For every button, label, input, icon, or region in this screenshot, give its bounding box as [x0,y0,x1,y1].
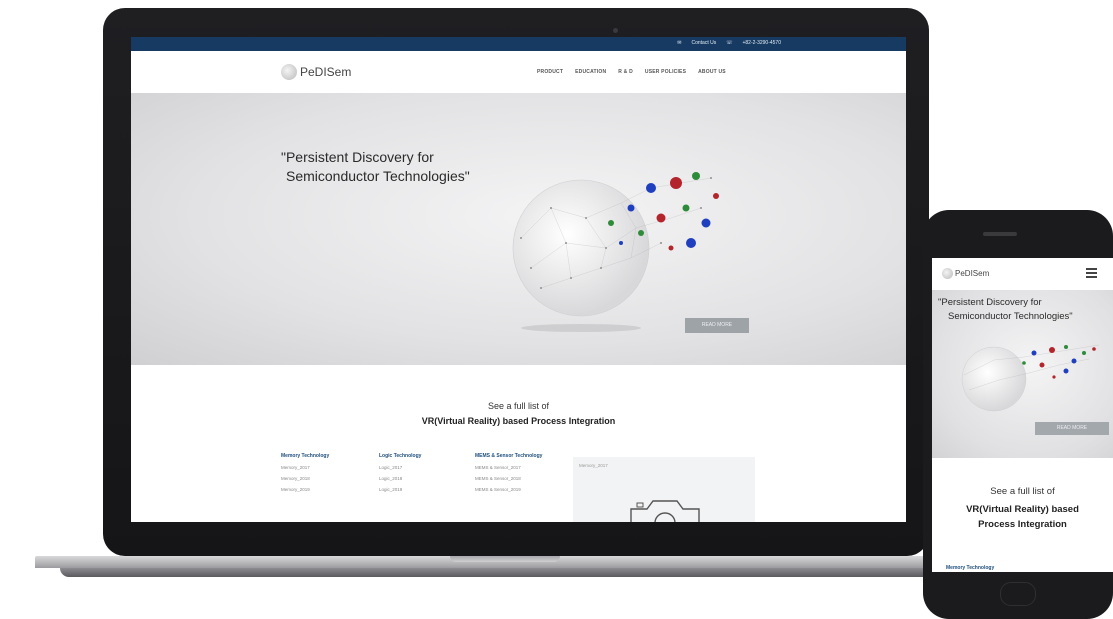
network-sphere-illustration [512,172,719,332]
logo-mark [281,64,297,80]
phone-screen: PeDISem "Persistent Discovery for Semico… [932,258,1113,572]
menu-icon[interactable] [1086,268,1097,280]
mobile-section-title: VR(Virtual Reality) based Process Integr… [932,502,1113,532]
phone-number[interactable]: +82-2-3290-4570 [742,40,781,46]
nav-item-education[interactable]: EDUCATION [575,69,606,75]
mobile-section-title-line2: Process Integration [978,519,1067,530]
read-more-button[interactable]: READ MORE [685,318,749,333]
list-item[interactable]: Logic_2017 [379,465,421,470]
camera-icon [630,500,700,522]
mobile-network-sphere-illustration [961,344,1100,412]
logo-mark [942,268,953,279]
column-logic: Logic Technology Logic_2017 Logic_2018 L… [379,453,421,498]
contact-link[interactable]: Contact Us [691,40,716,46]
mobile-quote-line1: "Persistent Discovery for [938,297,1042,308]
mobile-column-heading[interactable]: Memory Technology [946,565,994,571]
phone-speaker [983,232,1017,236]
hero-banner: "Persistent Discovery for Semiconductor … [131,93,906,365]
list-item[interactable]: MEMS & Sensor_2019 [475,487,542,492]
list-item[interactable]: Logic_2019 [379,487,421,492]
mobile-nav: PeDISem [932,258,1113,290]
nav-item-about-us[interactable]: ABOUT US [698,69,726,75]
nav-item-user-policies[interactable]: USER POLICIES [645,69,686,75]
nav-item-product[interactable]: PRODUCT [537,69,563,75]
mobile-hero-quote: "Persistent Discovery for Semiconductor … [938,296,1113,324]
main-nav: PeDISem PRODUCT EDUCATION R & D USER POL… [131,51,906,93]
laptop-camera [613,28,618,33]
hero-quote-line2: Semiconductor Technologies" [286,168,470,184]
mobile-hero: "Persistent Discovery for Semiconductor … [932,290,1113,458]
column-heading[interactable]: Memory Technology [281,453,329,459]
mobile-logo-text: PeDISem [955,269,990,278]
section-title: VR(Virtual Reality) based Process Integr… [421,416,616,426]
nav-item-rnd[interactable]: R & D [618,69,633,75]
section-subtitle: See a full list of [487,401,550,411]
logo[interactable]: PeDISem [281,64,351,80]
mobile-section-title-line1: VR(Virtual Reality) based [966,504,1079,515]
list-item[interactable]: MEMS & Sensor_2018 [475,476,542,481]
list-item[interactable]: Memory_2019 [281,487,329,492]
mobile-section-subtitle: See a full list of [990,486,1055,497]
nav-menu: PRODUCT EDUCATION R & D USER POLICIES AB… [537,69,726,75]
phone-home-indicator [1000,582,1036,606]
mobile-quote-line2: Semiconductor Technologies" [948,311,1073,322]
laptop-base-bottom [60,568,1050,577]
top-bar: ✉ Contact Us ☏ +82-2-3290-4570 [131,37,906,51]
column-mems-sensor: MEMS & Sensor Technology MEMS & Sensor_2… [475,453,542,498]
image-preview[interactable]: Memory_2017 [573,457,755,522]
mobile-read-more-button[interactable]: READ MORE [1035,422,1109,435]
list-item[interactable]: MEMS & Sensor_2017 [475,465,542,470]
hero-quote-line1: "Persistent Discovery for [281,149,434,165]
column-memory: Memory Technology Memory_2017 Memory_201… [281,453,329,498]
mobile-logo[interactable]: PeDISem [942,268,989,279]
image-label: Memory_2017 [579,463,608,468]
laptop-notch [450,556,560,562]
process-list-section: See a full list of VR(Virtual Reality) b… [131,365,906,522]
phone-icon: ☏ [726,40,733,46]
laptop-screen: ✉ Contact Us ☏ +82-2-3290-4570 PeDISem P… [131,37,906,522]
hero-quote: "Persistent Discovery for Semiconductor … [281,148,511,186]
logo-text: PeDISem [300,65,352,79]
envelope-icon: ✉ [677,40,682,46]
list-item[interactable]: Memory_2017 [281,465,329,470]
column-heading[interactable]: MEMS & Sensor Technology [475,453,542,459]
list-item[interactable]: Logic_2018 [379,476,421,481]
list-item[interactable]: Memory_2018 [281,476,329,481]
column-heading[interactable]: Logic Technology [379,453,421,459]
